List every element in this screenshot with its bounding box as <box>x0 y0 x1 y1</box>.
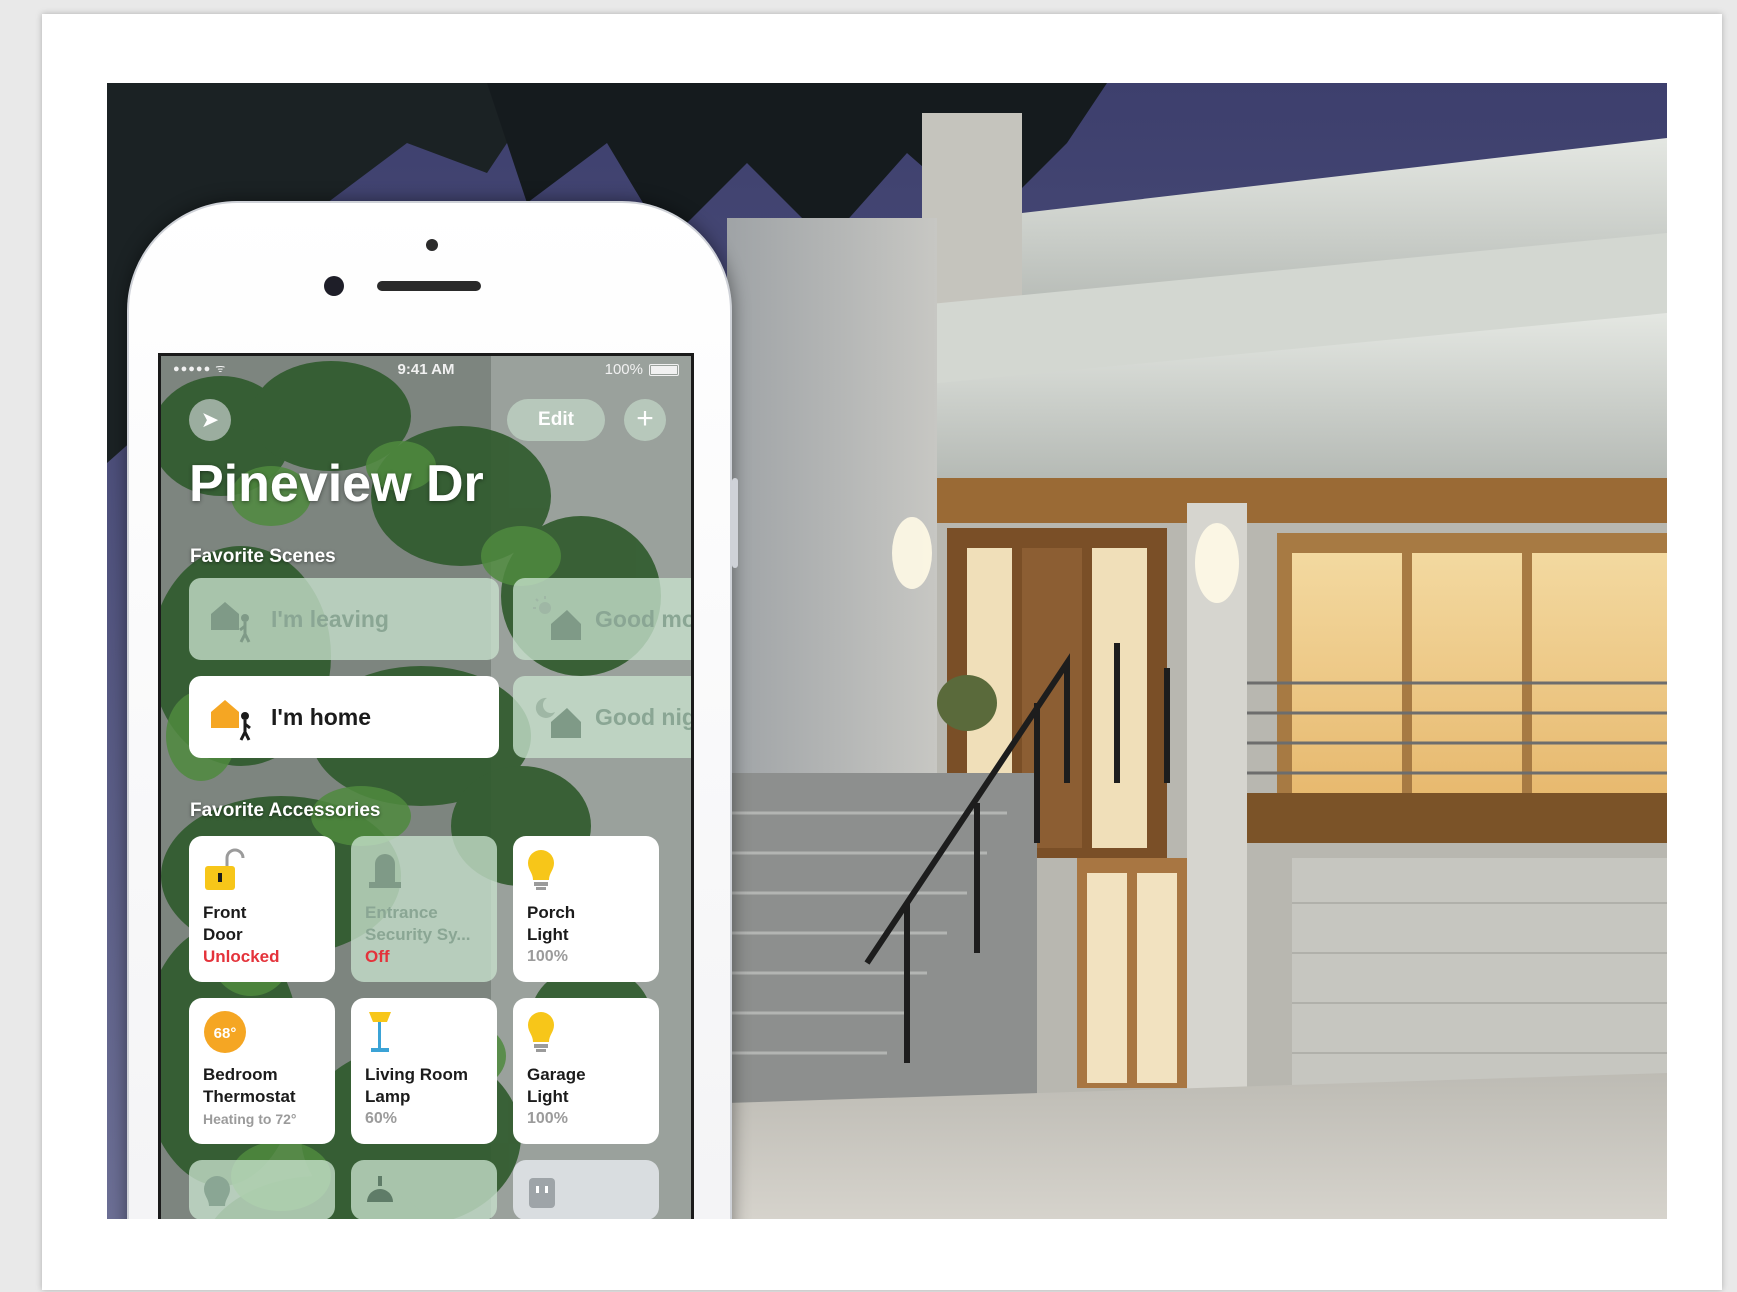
accessory-name-line1: Living Room <box>365 1065 468 1084</box>
lightbulb-icon <box>528 850 554 890</box>
accessory-porch-light[interactable]: Porch Light 100% <box>513 836 659 982</box>
accessory-name-line1: Front <box>203 903 247 922</box>
accessory-status: 100% <box>527 1110 568 1127</box>
accessory-status: 100% <box>527 948 568 965</box>
accessory-tile-partial[interactable] <box>351 1160 497 1219</box>
accessory-name-line1: Porch <box>527 903 576 922</box>
accessory-bedroom-thermostat[interactable]: 68° Bedroom Thermostat Heating to 72° <box>189 998 335 1144</box>
accessory-name-line2: Light <box>527 1087 569 1106</box>
accessory-front-door[interactable]: Front Door Unlocked <box>189 836 335 982</box>
house-arriving-icon <box>211 700 251 741</box>
edit-button[interactable]: Edit <box>507 399 605 441</box>
scene-good-night[interactable]: Good nig <box>513 676 694 758</box>
lightbulb-icon <box>528 1012 554 1052</box>
lock-open-icon <box>205 848 245 890</box>
accessory-name-line2: Door <box>203 925 243 944</box>
moon-house-icon <box>535 697 581 738</box>
thermostat-icon: 68° <box>204 1011 246 1053</box>
accessory-tile-partial[interactable] <box>189 1160 335 1219</box>
scene-label: Good nig <box>595 703 694 730</box>
favorite-scenes-heading: Favorite Scenes <box>190 546 336 567</box>
front-camera <box>324 276 344 296</box>
home-name-title: Pineview Dr <box>189 455 484 513</box>
earpiece-speaker <box>377 281 481 291</box>
home-app-screen: ●●●●● ᯤ 9:41 AM 100% ➤ Edit + Pineview D… <box>158 353 694 1219</box>
sunrise-house-icon <box>533 596 581 640</box>
proximity-sensor <box>426 239 438 251</box>
scene-good-morning[interactable]: Good mo <box>513 578 694 660</box>
accessory-name-line1: Garage <box>527 1065 586 1084</box>
scene-label: I'm leaving <box>271 605 389 632</box>
hero-photo: ●●●●● ᯤ 9:41 AM 100% ➤ Edit + Pineview D… <box>107 83 1667 1219</box>
accessory-tile-partial[interactable] <box>513 1160 659 1219</box>
house-leaving-icon <box>211 602 251 643</box>
alarm-siren-icon <box>369 854 401 888</box>
outlet-icon <box>529 1178 555 1208</box>
accessory-name-line2: Lamp <box>365 1087 411 1106</box>
accessory-name-line1: Bedroom <box>203 1065 278 1084</box>
accessory-name-line2: Light <box>527 925 569 944</box>
fan-icon <box>367 1176 393 1202</box>
scene-label: I'm home <box>271 703 372 730</box>
scene-im-home[interactable]: I'm home <box>189 676 499 758</box>
accessory-status: Heating to 72° <box>203 1111 297 1127</box>
accessory-status: Off <box>365 947 390 966</box>
scene-im-leaving[interactable]: I'm leaving <box>189 578 499 660</box>
location-arrow-icon[interactable]: ➤ <box>189 399 231 441</box>
accessory-name-line2: Security Sy... <box>365 925 471 944</box>
scene-label: Good mo <box>595 605 694 632</box>
lightbulb-icon <box>204 1176 230 1206</box>
accessory-garage-light[interactable]: Garage Light 100% <box>513 998 659 1144</box>
side-button <box>732 478 738 568</box>
accessory-name-line1: Entrance <box>365 903 438 922</box>
status-bar: ●●●●● ᯤ 9:41 AM 100% <box>161 356 691 382</box>
accessory-name-line2: Thermostat <box>203 1087 296 1106</box>
svg-text:68°: 68° <box>214 1025 237 1042</box>
iphone-device: ●●●●● ᯤ 9:41 AM 100% ➤ Edit + Pineview D… <box>127 201 738 1219</box>
accessory-living-room-lamp[interactable]: Living Room Lamp 60% <box>351 998 497 1144</box>
accessory-entrance-security[interactable]: Entrance Security Sy... Off <box>351 836 497 982</box>
accessory-status: Unlocked <box>203 947 280 966</box>
favorite-accessories-heading: Favorite Accessories <box>190 800 381 821</box>
add-button[interactable]: + <box>624 399 666 441</box>
battery-percent: 100% <box>604 361 643 378</box>
accessory-status: 60% <box>365 1110 398 1127</box>
floor-lamp-icon <box>369 1012 391 1052</box>
battery-icon <box>649 364 679 376</box>
